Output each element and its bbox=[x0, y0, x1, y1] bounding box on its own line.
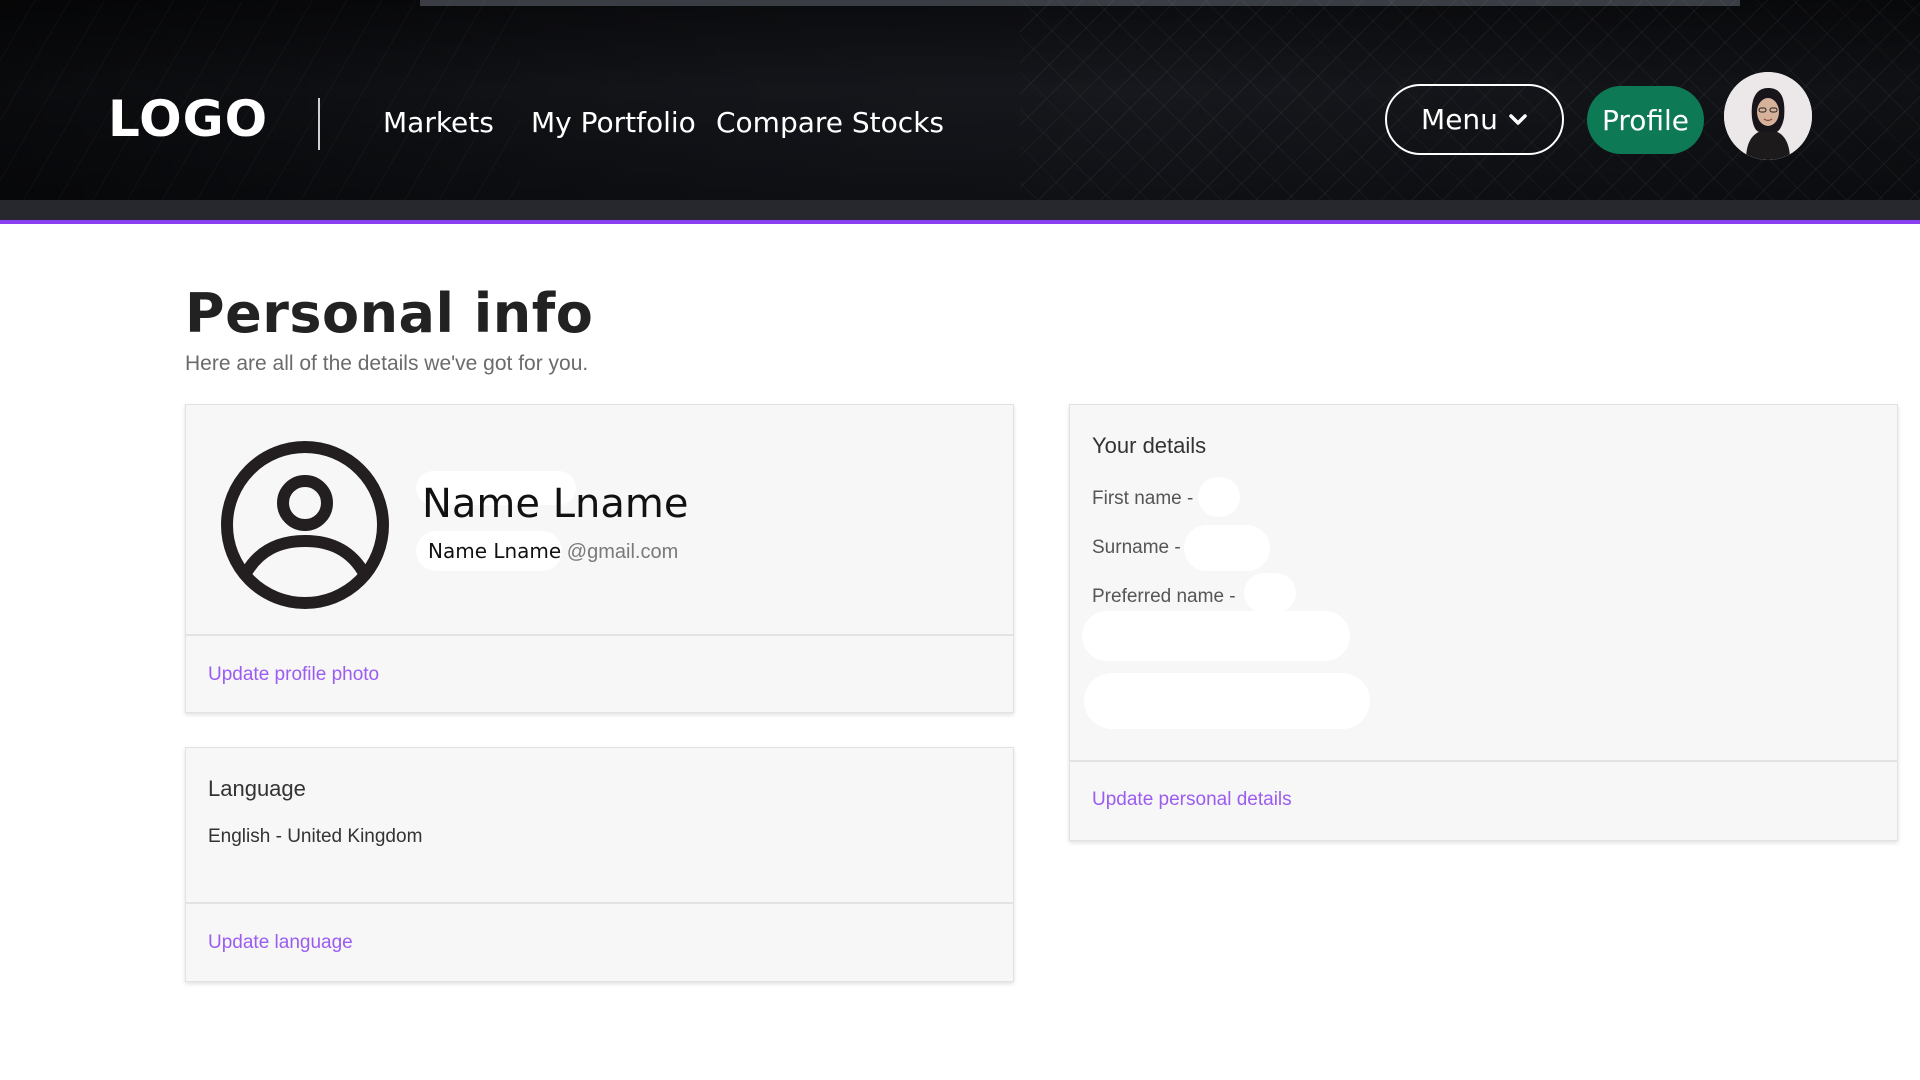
profile-full-name: Name Lname bbox=[422, 481, 689, 527]
nav-markets[interactable]: Markets bbox=[383, 106, 494, 139]
profile-card: Name Lname Name Lname @gmail.com Update … bbox=[185, 404, 1014, 713]
redaction-mark bbox=[1198, 477, 1240, 517]
nav-compare-stocks[interactable]: Compare Stocks bbox=[716, 106, 944, 139]
language-value: English - United Kingdom bbox=[208, 826, 423, 847]
language-heading: Language bbox=[208, 776, 306, 801]
card-divider bbox=[1070, 760, 1897, 762]
avatar[interactable] bbox=[1724, 72, 1812, 160]
update-language-link[interactable]: Update language bbox=[208, 932, 353, 954]
profile-email: Name Lname @gmail.com bbox=[428, 539, 678, 564]
profile-button[interactable]: Profile bbox=[1587, 86, 1704, 154]
page-subtitle: Here are all of the details we've got fo… bbox=[185, 352, 589, 375]
logo[interactable]: LOGO bbox=[108, 90, 268, 148]
profile-email-domain: @gmail.com bbox=[566, 541, 679, 563]
card-divider bbox=[186, 902, 1013, 904]
update-personal-details-link[interactable]: Update personal details bbox=[1092, 789, 1292, 811]
nav-divider bbox=[318, 98, 320, 150]
your-details-card: Your details First name - Surname - Pref… bbox=[1069, 404, 1898, 841]
surname-label: Surname - bbox=[1092, 537, 1181, 558]
user-circle-icon bbox=[221, 441, 389, 609]
preferred-name-label: Preferred name - bbox=[1092, 586, 1236, 607]
redaction-mark bbox=[1244, 573, 1296, 613]
language-card: Language English - United Kingdom Update… bbox=[185, 747, 1014, 982]
page-title: Personal info bbox=[185, 282, 594, 345]
nav-my-portfolio[interactable]: My Portfolio bbox=[531, 106, 696, 139]
top-header: LOGO Markets My Portfolio Compare Stocks… bbox=[0, 0, 1920, 224]
card-divider bbox=[186, 634, 1013, 636]
profile-email-user: Name Lname bbox=[428, 539, 562, 563]
menu-button[interactable]: Menu bbox=[1385, 84, 1564, 155]
redaction-mark bbox=[1084, 673, 1370, 729]
your-details-heading: Your details bbox=[1092, 433, 1207, 458]
redaction-mark bbox=[1082, 611, 1350, 661]
update-profile-photo-link[interactable]: Update profile photo bbox=[208, 664, 379, 686]
redaction-mark bbox=[1184, 525, 1270, 571]
avatar-photo-icon bbox=[1724, 72, 1812, 160]
header-accent-line bbox=[0, 220, 1920, 224]
header-background-lower-band bbox=[0, 200, 1920, 220]
chevron-down-icon bbox=[1509, 113, 1527, 125]
menu-button-label: Menu bbox=[1421, 103, 1498, 136]
first-name-label: First name - bbox=[1092, 488, 1194, 509]
